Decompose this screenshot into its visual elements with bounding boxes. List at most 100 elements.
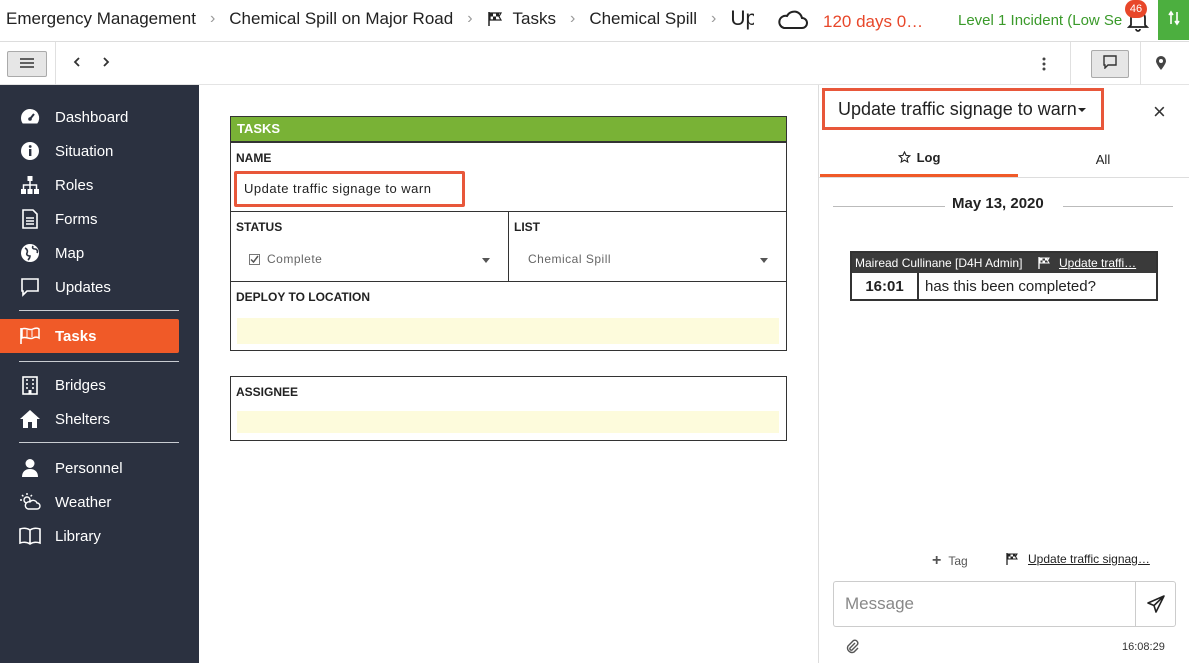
send-button[interactable] — [1135, 581, 1176, 627]
org-chart-icon — [19, 174, 41, 196]
toolbar-divider — [55, 42, 56, 85]
checkbox-checked-icon — [249, 253, 260, 265]
incident-level[interactable]: Level 1 Incident (Low Se — [958, 12, 1124, 29]
form-section-header: TASKS — [230, 116, 787, 142]
sort-button[interactable] — [1158, 0, 1189, 40]
name-label: NAME — [236, 151, 272, 165]
sidebar-divider — [19, 310, 179, 311]
tab-all[interactable]: All — [1018, 140, 1188, 178]
message-task-link[interactable]: Update traffi… — [1038, 256, 1150, 270]
sidebar-item-map[interactable]: Map — [0, 236, 199, 270]
tab-log-label: Log — [916, 149, 941, 165]
breadcrumb-chevron-icon: › — [209, 10, 216, 27]
checkered-flag-icon — [1006, 553, 1019, 565]
hamburger-icon — [20, 55, 34, 73]
breadcrumb-tasks[interactable]: Tasks — [513, 9, 556, 29]
list-label: LIST — [514, 220, 540, 234]
task-form-area: TASKS NAME Update traffic signage to war… — [199, 85, 818, 663]
sidebar-item-forms[interactable]: Forms — [0, 202, 199, 236]
sidebar-item-label: Forms — [55, 210, 98, 228]
sidebar-item-bridges[interactable]: Bridges — [0, 368, 199, 402]
flag-icon — [19, 325, 41, 347]
tab-log[interactable]: Log — [820, 140, 1018, 178]
breadcrumb-chemical-spill[interactable]: Chemical Spill — [589, 9, 697, 29]
status-label: STATUS — [236, 220, 283, 234]
sidebar-item-tasks[interactable]: Tasks — [0, 319, 179, 353]
house-icon — [19, 408, 41, 430]
message-time: 16:01 — [852, 273, 919, 299]
log-message-header: Mairead Cullinane [D4H Admin] Update tra… — [852, 253, 1156, 273]
sidebar-item-dashboard[interactable]: Dashboard — [0, 100, 199, 134]
add-tag-button[interactable]: + Tag — [932, 552, 968, 570]
sidebar-item-label: Library — [55, 527, 101, 545]
message-author: Mairead Cullinane [D4H Admin] — [855, 256, 1023, 270]
toolbar-divider — [1070, 42, 1071, 85]
paperclip-icon[interactable] — [844, 638, 860, 659]
checkered-flag-icon — [487, 11, 503, 27]
deploy-location-field-box: DEPLOY TO LOCATION — [230, 281, 787, 351]
plus-icon: + — [932, 552, 942, 569]
breadcrumb-emergency-management[interactable]: Emergency Management — [6, 9, 196, 29]
breadcrumb-chevron-icon: › — [711, 10, 717, 27]
tabs-divider — [819, 177, 1189, 178]
task-name-input[interactable]: Update traffic signage to warn — [234, 171, 465, 207]
linked-task-tag[interactable]: Update traffic signag… — [1006, 552, 1156, 566]
breadcrumb: Emergency Management › Chemical Spill on… — [6, 0, 754, 38]
sidebar-item-roles[interactable]: Roles — [0, 168, 199, 202]
top-bar: Emergency Management › Chemical Spill on… — [0, 0, 1189, 42]
sidebar-item-label: Tasks — [55, 327, 97, 345]
deploy-location-label: DEPLOY TO LOCATION — [236, 290, 371, 304]
chat-panel-toggle-button[interactable] — [1091, 50, 1129, 78]
star-icon — [897, 150, 911, 164]
status-field-box: STATUS — [230, 211, 509, 282]
sun-cloud-icon — [19, 491, 41, 513]
status-value: Complete — [267, 252, 323, 266]
sidebar-item-shelters[interactable]: Shelters — [0, 402, 199, 436]
sidebar-item-personnel[interactable]: Personnel — [0, 451, 199, 485]
notification-count-badge[interactable]: 46 — [1125, 0, 1147, 18]
more-options-icon[interactable] — [1040, 55, 1048, 78]
sidebar-item-label: Map — [55, 244, 85, 262]
forward-arrow-icon[interactable] — [101, 54, 111, 75]
log-message[interactable]: Mairead Cullinane [D4H Admin] Update tra… — [850, 251, 1158, 301]
sidebar-item-label: Roles — [55, 176, 94, 194]
list-select[interactable]: Chemical Spill — [528, 251, 768, 267]
sidebar-item-situation[interactable]: Situation — [0, 134, 199, 168]
cloud-icon[interactable] — [775, 6, 809, 39]
task-log-panel: Update traffic signage to warn × Log All… — [818, 85, 1189, 663]
log-message-body: 16:01 has this been completed? — [852, 273, 1156, 299]
sidebar-item-library[interactable]: Library — [0, 519, 199, 553]
assignee-input[interactable] — [237, 411, 779, 433]
sidebar-item-label: Bridges — [55, 376, 106, 394]
sidebar-item-label: Personnel — [55, 459, 123, 477]
sidebar-item-label: Situation — [55, 142, 114, 160]
book-icon — [19, 525, 41, 547]
status-select[interactable]: Complete — [249, 251, 495, 267]
task-selector-dropdown[interactable]: Update traffic signage to warn — [822, 88, 1104, 130]
toolbar — [0, 42, 1189, 85]
map-pin-icon[interactable] — [1155, 55, 1167, 76]
tab-all-label: All — [1095, 151, 1111, 167]
info-icon — [19, 140, 41, 162]
status-dropdown-caret-icon[interactable] — [482, 258, 490, 263]
deploy-location-input[interactable] — [237, 318, 779, 344]
globe-icon — [19, 242, 41, 264]
sidebar-divider — [19, 442, 179, 443]
breadcrumb-incident[interactable]: Chemical Spill on Major Road — [229, 9, 453, 29]
back-arrow-icon[interactable] — [72, 54, 82, 75]
incident-days-elapsed[interactable]: 120 days 0… — [823, 12, 929, 32]
message-input[interactable]: Message — [833, 581, 1135, 627]
chat-bubble-icon — [1102, 54, 1118, 74]
sidebar-item-label: Weather — [55, 493, 112, 511]
breadcrumb-current-task: Update traffic signage to warn — [730, 7, 754, 30]
toolbar-divider — [1140, 42, 1141, 85]
assignee-field-box: ASSIGNEE — [230, 376, 787, 441]
list-field-box: LIST — [508, 211, 787, 282]
message-task-link-text: Update traffi… — [1059, 256, 1137, 270]
sidebar-item-updates[interactable]: Updates — [0, 270, 199, 304]
menu-toggle-button[interactable] — [7, 51, 47, 77]
close-icon[interactable]: × — [1153, 99, 1166, 125]
sidebar-item-weather[interactable]: Weather — [0, 485, 199, 519]
chat-icon — [19, 276, 41, 298]
list-dropdown-caret-icon[interactable] — [760, 258, 768, 263]
